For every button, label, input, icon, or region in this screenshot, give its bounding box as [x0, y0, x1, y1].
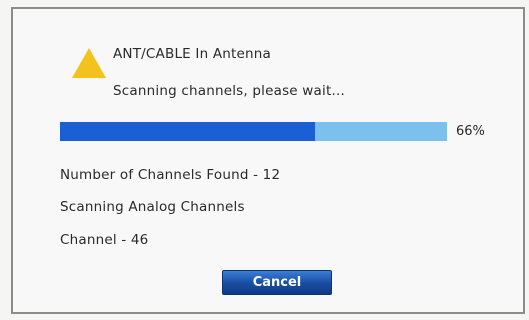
channels-found-text: Number of Channels Found - 12: [60, 167, 281, 183]
warning-icon: [72, 48, 106, 78]
scan-progress-percent: 66%: [456, 124, 485, 139]
cancel-button[interactable]: Cancel: [222, 270, 332, 295]
scan-status-text: Scanning channels, please wait...: [113, 83, 345, 99]
current-channel-text: Channel - 46: [60, 232, 149, 248]
scan-mode-text: Scanning Analog Channels: [60, 199, 245, 215]
scan-progress-bar: [60, 122, 447, 141]
scan-progress-fill: [60, 122, 316, 141]
input-source-label: ANT/CABLE In Antenna: [113, 46, 271, 62]
